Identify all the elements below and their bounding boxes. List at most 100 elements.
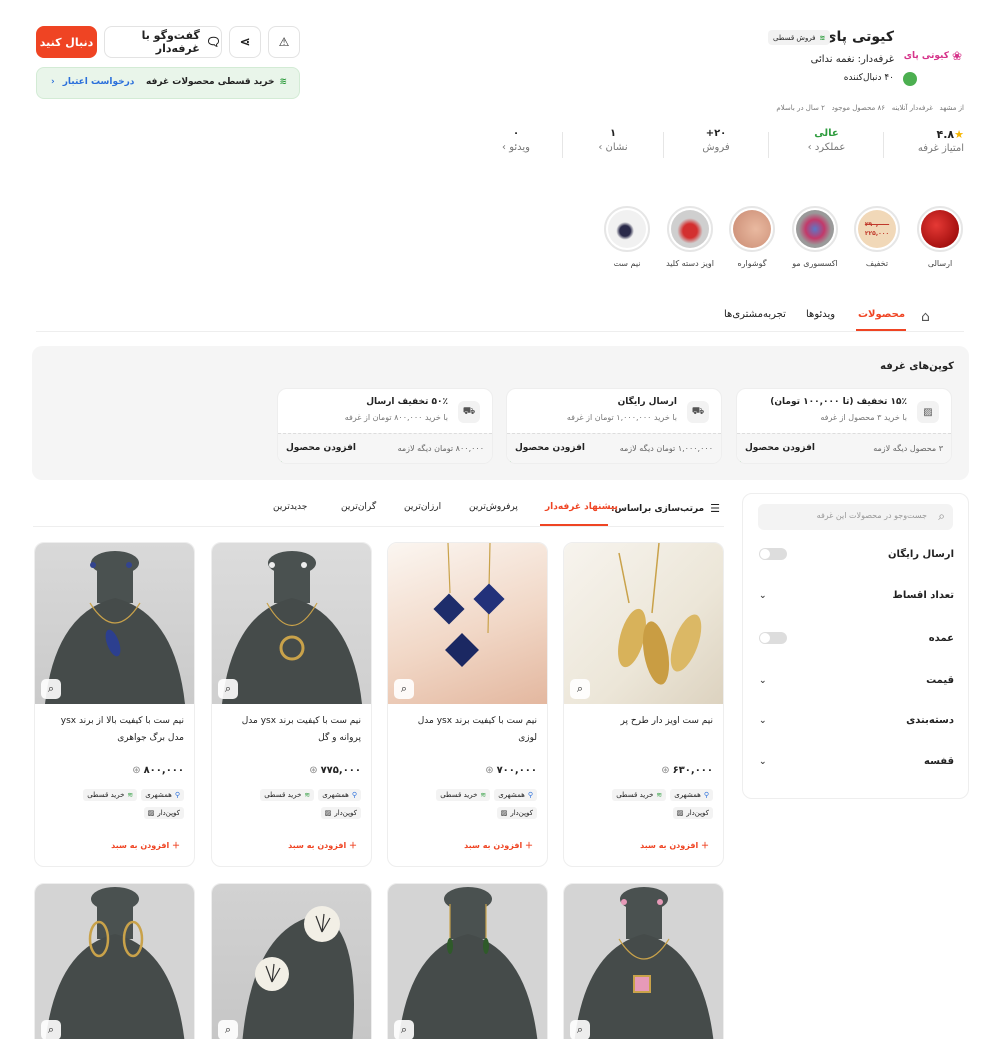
coupon-card[interactable]: ⛟ ۵۰٪ تخفیف ارسال با خرید ۸۰۰,۰۰۰ تومان … [277,388,493,464]
product-name[interactable]: نیم ست با کیفیت برند ysx مدل پروانه و گل [222,713,361,747]
cat-icon: ❀ [951,49,962,63]
stat-divider [562,132,563,158]
product-card[interactable]: ⌕ [563,883,724,1039]
sort-icon: ☰ [710,502,720,515]
image-search-icon[interactable]: ⌕ [41,679,61,699]
report-button[interactable]: ⚠ [268,26,300,58]
tab-products[interactable]: محصولات [858,309,905,320]
product-image[interactable] [212,884,371,1039]
stat-sales: ۲۰+ فروش [702,128,730,153]
stat-videos[interactable]: ۰ ویدئو › [470,128,562,153]
wholesale-toggle[interactable] [759,632,787,644]
credit-request-link[interactable]: درخواست اعتبار ‹ [51,77,134,87]
toman-icon: ⊛ [132,765,141,776]
image-search-icon[interactable]: ⌕ [570,679,590,699]
shop-title: کیوتی پای [823,29,894,45]
image-search-icon[interactable]: ⌕ [394,679,414,699]
add-to-cart-button[interactable]: ＋ افزودن به سبد [288,840,357,851]
sort-option-expensive[interactable]: گران‌ترین [341,502,376,512]
filter-category[interactable]: دسته‌بندی ⌄ [759,715,954,726]
product-name[interactable]: نیم ست با کیفیت برند ysx مدل لوزی [398,713,537,747]
ring-illustration [242,906,354,1039]
product-name[interactable]: نیم ست اویز دار طرح پر [574,713,713,730]
free-shipping-toggle[interactable] [759,548,787,560]
toman-icon: ⊛ [309,765,318,776]
stat-badges[interactable]: ۱ نشان › [563,128,663,153]
product-card[interactable]: ⌕ [211,883,372,1039]
installment-icon: ≋ [819,33,826,42]
story-item[interactable]: گوشواره [722,206,782,268]
installment-tag: ≋ خرید قسطی [612,789,667,801]
tab-videos[interactable]: ویدئوها [806,309,835,320]
product-image[interactable] [388,884,547,1039]
story-item[interactable]: نیم ست [597,206,657,268]
story-item[interactable]: اکسسوری مو [785,206,845,268]
online-dot [903,72,917,86]
add-to-cart-button[interactable]: ＋ افزودن به سبد [640,840,709,851]
add-product-button[interactable]: افزودن محصول [745,443,815,453]
star-icon: ★ [954,128,964,141]
discount-icon: ▨ [917,401,939,423]
tab-home[interactable]: ⌂ [921,309,930,325]
installment-tag: ≋ خرید قسطی [436,789,491,801]
coupon-icon: ▨ [676,809,684,817]
sort-option-cheapest[interactable]: ارزان‌ترین [404,502,441,512]
chat-button[interactable]: 🗨 گفت‌وگو با غرفه‌دار [104,26,222,58]
filter-free-shipping[interactable]: ارسال رایگان [759,548,954,560]
sort-option-suggested[interactable]: پیشنهاد غرفه‌دار [545,502,618,512]
location-icon: ⚲ [174,791,180,799]
image-search-icon[interactable]: ⌕ [218,1020,238,1039]
search-input[interactable]: ⌕ جست‌وجو در محصولات این غرفه [758,504,953,530]
product-card[interactable]: ⌕ نیم ست اویز دار طرح پر ۶۳۰,۰۰۰ ⊛ ⚲ همشهر… [563,542,724,867]
product-card[interactable]: ⌕ [387,883,548,1039]
product-image[interactable] [564,884,723,1039]
stat-divider [883,132,884,158]
add-to-cart-button[interactable]: ＋ افزودن به سبد [464,840,533,851]
product-card[interactable]: ⌕ نیم ست با کیفیت بالا از برند ysx مدل ب… [34,542,195,867]
installment-icon: ≋ [279,77,287,87]
filter-installments[interactable]: تعداد اقساط ⌄ [759,590,954,601]
product-card[interactable]: ⌕ نیم ست با کیفیت برند ysx مدل پروانه و … [211,542,372,867]
image-search-icon[interactable]: ⌕ [218,679,238,699]
stat-performance[interactable]: عالی عملکرد › [770,128,883,153]
coupon-card[interactable]: ⛟ ارسال رایگان با خرید ۱,۰۰۰,۰۰۰ تومان ا… [506,388,722,464]
story-item[interactable]: ارسالی [910,206,970,268]
bust-illustration [574,887,714,1039]
stat-divider [663,132,664,158]
filter-shelf[interactable]: قفسه ⌄ [759,756,954,767]
follow-button[interactable]: دنبال کنید [36,26,97,58]
sort-option-newest[interactable]: جدیدترین [273,502,307,512]
filter-wholesale[interactable]: عمده [759,632,954,644]
coupon-tag: ▨ کوپن‌دار [672,807,713,819]
story-item[interactable]: اویز دسته کلید [660,206,720,268]
installment-icon: ≋ [656,791,663,799]
product-image[interactable] [35,884,194,1039]
toman-icon: ⊛ [661,765,670,776]
coupons-title: کوپن‌های غرفه [880,361,954,372]
product-name[interactable]: نیم ست با کیفیت بالا از برند ysx مدل برگ… [45,713,184,747]
chevron-down-icon: ⌄ [759,756,767,767]
add-product-button[interactable]: افزودن محصول [515,443,585,453]
sort-option-bestselling[interactable]: پرفروش‌ترین [469,502,518,512]
product-card[interactable]: ⌕ نیم ست با کیفیت برند ysx مدل لوزی ۷۰۰,… [387,542,548,867]
image-search-icon[interactable]: ⌕ [394,1020,414,1039]
home-icon: ⌂ [921,309,930,325]
add-product-button[interactable]: افزودن محصول [286,443,356,453]
add-to-cart-button[interactable]: ＋ افزودن به سبد [111,840,180,851]
followers-count[interactable]: ۴۰ دنبال‌کننده [844,73,894,83]
tab-reviews[interactable]: تجربه‌مشتری‌ها [724,309,786,320]
coupon-progress [737,461,741,463]
chevron-down-icon: ⌄ [759,675,767,686]
image-search-icon[interactable]: ⌕ [570,1020,590,1039]
shop-logo: کیوتی پای ❀ [900,47,962,65]
coupon-icon: ▨ [500,809,508,817]
tabs-divider [36,331,964,332]
installment-banner[interactable]: ≋ خرید قسطی محصولات غرفه درخواست اعتبار … [36,67,300,99]
filter-price[interactable]: قیمت ⌄ [759,675,954,686]
coupon-card[interactable]: ▨ ۱۵٪ تخفیف (تا ۱۰۰,۰۰۰ تومان) با خرید ۳… [736,388,952,464]
story-item[interactable]: ۲۹۰,۰۰۰ ۲۲۵,۰۰۰ تخفیف [847,206,907,268]
image-search-icon[interactable]: ⌕ [41,1020,61,1039]
share-button[interactable]: ⋖ [229,26,261,58]
product-card[interactable]: ⌕ [34,883,195,1039]
chevron-left-icon: › [807,142,812,153]
